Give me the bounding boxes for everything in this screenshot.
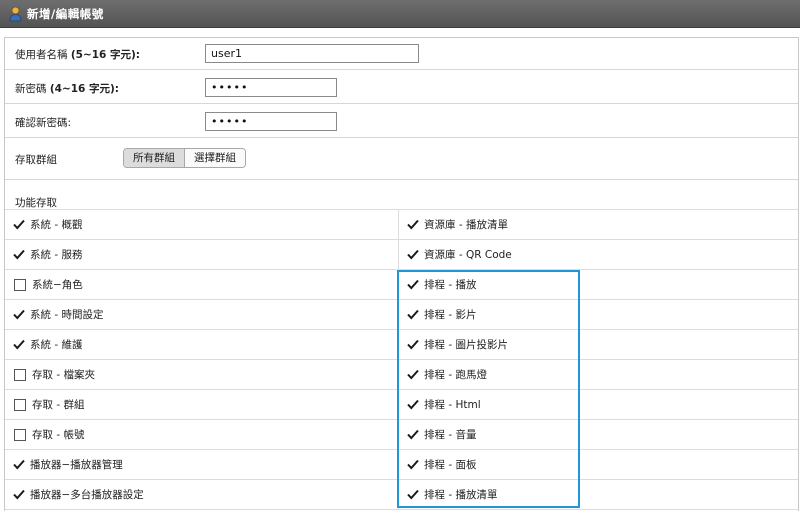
username-label: 使用者名稱 <box>15 49 68 61</box>
permission-label: 系統 - 時間設定 <box>30 309 104 321</box>
permission-label: 播放器−多台播放器設定 <box>30 489 144 501</box>
permission-item[interactable]: 排程 - 面板 <box>398 450 798 479</box>
checkmark-icon[interactable] <box>407 459 419 471</box>
select-groups-button[interactable]: 選擇群組 <box>185 149 245 167</box>
permission-item[interactable]: 系統 - 服務 <box>5 240 397 269</box>
permission-label: 系統 - 概觀 <box>30 219 83 231</box>
permission-label: 排程 - 影片 <box>424 309 477 321</box>
permission-item[interactable]: 系統 - 維護 <box>5 330 397 359</box>
new-password-label: 新密碼 <box>15 83 47 95</box>
permission-row: 系統 - 服務 資源庫 - QR Code <box>5 240 798 270</box>
permission-label: 存取 - 帳號 <box>32 429 85 441</box>
permission-item[interactable]: 系統 - 時間設定 <box>5 300 397 329</box>
checkmark-icon[interactable] <box>13 459 25 471</box>
confirm-password-row: 確認新密碼: <box>5 104 798 138</box>
account-form: 使用者名稱 (5~16 字元): 新密碼 (4~16 字元): 確認新密碼: 存… <box>4 37 799 511</box>
checkbox-empty-icon[interactable] <box>14 428 26 441</box>
checkmark-icon[interactable] <box>13 339 25 351</box>
permission-row: 播放器−播放器管理 排程 - 面板 <box>5 450 798 480</box>
username-hint: (5~16 字元): <box>70 49 141 61</box>
permission-item[interactable]: 存取 - 群組 <box>5 390 397 419</box>
checkmark-icon[interactable] <box>13 249 25 261</box>
new-password-row: 新密碼 (4~16 字元): <box>5 70 798 104</box>
permission-item[interactable]: 排程 - 圖片投影片 <box>398 330 798 359</box>
username-row: 使用者名稱 (5~16 字元): <box>5 38 798 70</box>
permission-item[interactable]: 資源庫 - 播放清單 <box>398 210 798 239</box>
permission-label: 排程 - 面板 <box>424 459 477 471</box>
permission-item[interactable]: 排程 - 跑馬燈 <box>398 360 798 389</box>
permission-item[interactable]: 播放器−多台播放器設定 <box>5 480 397 509</box>
permission-item[interactable]: 存取 - 帳號 <box>5 420 397 449</box>
permission-item[interactable]: 存取 - 檔案夾 <box>5 360 397 389</box>
permission-item[interactable]: 排程 - Html <box>398 390 798 419</box>
permission-row: 存取 - 帳號 排程 - 音量 <box>5 420 798 450</box>
checkbox-empty-icon[interactable] <box>14 278 26 291</box>
permission-label: 播放器−播放器管理 <box>30 459 123 471</box>
permission-label: 資源庫 - 播放清單 <box>424 219 508 231</box>
permission-label: 資源庫 - QR Code <box>424 249 512 261</box>
permission-label: 系統 - 維護 <box>30 339 83 351</box>
permission-label: 排程 - 跑馬燈 <box>424 369 487 381</box>
access-group-label: 存取群組 <box>15 154 57 166</box>
permission-row: 系統 - 維護 排程 - 圖片投影片 <box>5 330 798 360</box>
checkmark-icon[interactable] <box>407 369 419 381</box>
confirm-password-input[interactable] <box>205 112 337 131</box>
checkmark-icon[interactable] <box>407 309 419 321</box>
permission-item[interactable]: 系統−角色 <box>5 270 397 299</box>
confirm-password-label: 確認新密碼: <box>15 117 72 129</box>
permission-row: 系統−角色 排程 - 播放 <box>5 270 798 300</box>
new-password-hint: (4~16 字元): <box>49 83 120 95</box>
permission-row: 存取 - 群組 排程 - Html <box>5 390 798 420</box>
permission-row: 系統 - 概觀 資源庫 - 播放清單 <box>5 210 798 240</box>
checkbox-empty-icon[interactable] <box>14 398 26 411</box>
permission-label: 系統 - 服務 <box>30 249 83 261</box>
permission-label: 排程 - 音量 <box>424 429 477 441</box>
checkmark-icon[interactable] <box>407 429 419 441</box>
checkmark-icon[interactable] <box>13 489 25 501</box>
permissions-heading: 功能存取 <box>15 197 57 209</box>
user-icon <box>9 6 23 22</box>
title-bar: 新增/編輯帳號 <box>0 0 800 28</box>
permission-label: 系統−角色 <box>32 279 83 291</box>
permission-row: 系統 - 時間設定 排程 - 影片 <box>5 300 798 330</box>
permissions-heading-row: 功能存取 <box>5 180 798 210</box>
all-groups-button[interactable]: 所有群組 <box>124 149 184 167</box>
checkmark-icon[interactable] <box>407 219 419 231</box>
checkmark-icon[interactable] <box>407 489 419 501</box>
checkbox-empty-icon[interactable] <box>14 368 26 381</box>
checkmark-icon[interactable] <box>407 249 419 261</box>
checkmark-icon[interactable] <box>407 339 419 351</box>
permission-row: 播放器−多台播放器設定 排程 - 播放清單 <box>5 480 798 510</box>
permission-item[interactable]: 排程 - 音量 <box>398 420 798 449</box>
access-group-row: 存取群組 所有群組 選擇群組 <box>5 138 798 180</box>
checkmark-icon[interactable] <box>407 279 419 291</box>
new-password-input[interactable] <box>205 78 337 97</box>
checkmark-icon[interactable] <box>13 309 25 321</box>
permission-item[interactable]: 排程 - 播放清單 <box>398 480 798 509</box>
permission-item[interactable]: 播放器−播放器管理 <box>5 450 397 479</box>
permission-label: 排程 - 播放清單 <box>424 489 498 501</box>
permission-label: 存取 - 群組 <box>32 399 85 411</box>
window-title: 新增/編輯帳號 <box>27 6 104 21</box>
checkmark-icon[interactable] <box>13 219 25 231</box>
permission-item[interactable]: 系統 - 概觀 <box>5 210 397 239</box>
checkmark-icon[interactable] <box>407 399 419 411</box>
permission-item[interactable]: 排程 - 播放 <box>398 270 798 299</box>
permission-row: 存取 - 檔案夾 排程 - 跑馬燈 <box>5 360 798 390</box>
permission-label: 排程 - 播放 <box>424 279 477 291</box>
access-group-toggle: 所有群組 選擇群組 <box>123 148 246 168</box>
permission-label: 排程 - 圖片投影片 <box>424 339 508 351</box>
permission-label: 排程 - Html <box>424 399 481 411</box>
permission-item[interactable]: 排程 - 影片 <box>398 300 798 329</box>
permission-label: 存取 - 檔案夾 <box>32 369 95 381</box>
permission-item[interactable]: 資源庫 - QR Code <box>398 240 798 269</box>
username-input[interactable] <box>205 44 419 63</box>
